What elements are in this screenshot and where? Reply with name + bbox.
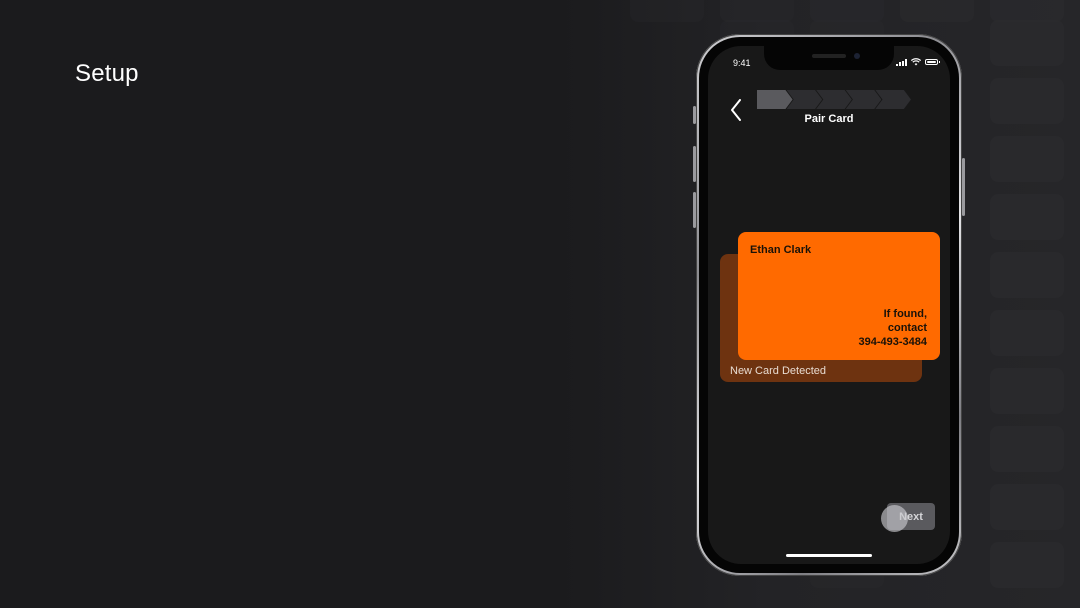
progress-step-1 xyxy=(757,90,793,109)
detected-card-label: New Card Detected xyxy=(730,365,826,377)
power-button xyxy=(962,158,965,216)
touch-indicator xyxy=(881,505,908,532)
step-label: Pair Card xyxy=(804,113,854,125)
home-indicator[interactable] xyxy=(786,554,872,557)
front-camera xyxy=(854,53,860,59)
status-icons xyxy=(896,58,940,66)
battery-icon xyxy=(925,59,940,65)
card-phone-number: 394-493-3484 xyxy=(858,336,927,348)
phone-mockup: 9:41 Pair Card New Card Detected Ethan C… xyxy=(693,34,965,576)
wifi-icon xyxy=(911,58,921,66)
card-found-line1: If found, xyxy=(883,308,927,320)
notch xyxy=(764,46,894,70)
volume-down-button xyxy=(693,192,696,228)
card-owner-name: Ethan Clark xyxy=(750,244,812,256)
signal-icon xyxy=(896,58,907,66)
volume-up-button xyxy=(693,146,696,182)
status-time: 9:41 xyxy=(733,58,751,68)
mute-switch xyxy=(693,106,696,124)
page-title: Setup xyxy=(75,60,139,87)
card-return-info: If found, contact 394-493-3484 xyxy=(858,307,927,349)
paired-card: Ethan Clark If found, contact 394-493-34… xyxy=(738,232,940,360)
setup-progress xyxy=(757,90,911,109)
speaker xyxy=(812,54,846,58)
phone-screen: 9:41 Pair Card New Card Detected Ethan C… xyxy=(708,46,950,564)
card-found-line2: contact xyxy=(887,322,927,334)
